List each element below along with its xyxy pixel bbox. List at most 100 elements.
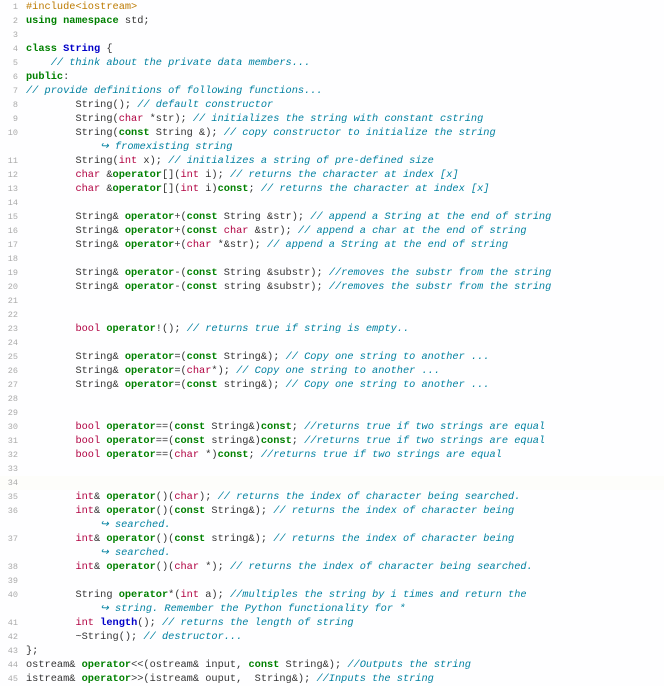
code-line-wrap: ↪ fromexisting string — [0, 140, 664, 154]
code-line: 32 bool operator==(char *)const; //retur… — [0, 448, 664, 462]
code-text: char &operator[](int i); // returns the … — [24, 168, 459, 182]
code-listing: 1#include<iostream>2using namespace std;… — [0, 0, 664, 686]
code-line: 5 // think about the private data member… — [0, 56, 664, 70]
code-text: String operator*(int a); //multiples the… — [24, 588, 527, 602]
line-number: 41 — [0, 616, 24, 630]
code-line: 29 — [0, 406, 664, 420]
line-number: 13 — [0, 182, 24, 196]
line-number: 5 — [0, 56, 24, 70]
line-number: 31 — [0, 434, 24, 448]
line-number: 34 — [0, 476, 24, 490]
code-line: 25 String& operator=(const String&); // … — [0, 350, 664, 364]
line-number: 30 — [0, 420, 24, 434]
line-number: 24 — [0, 336, 24, 350]
code-line: 18 — [0, 252, 664, 266]
code-text: char &operator[](int i)const; // returns… — [24, 182, 490, 196]
code-line: 33 — [0, 462, 664, 476]
code-line: 27 String& operator=(const string&); // … — [0, 378, 664, 392]
code-line: 1#include<iostream> — [0, 0, 664, 14]
code-text: public: — [24, 70, 69, 84]
code-line: 35 int& operator()(char); // returns the… — [0, 490, 664, 504]
code-line: 24 — [0, 336, 664, 350]
line-number: 14 — [0, 196, 24, 210]
code-text: int& operator()(const string&); // retur… — [24, 532, 514, 546]
code-text: int& operator()(char *); // returns the … — [24, 560, 533, 574]
code-line: 30 bool operator==(const String&)const; … — [0, 420, 664, 434]
line-number: 32 — [0, 448, 24, 462]
code-text: #include<iostream> — [24, 0, 137, 14]
code-text: int& operator()(char); // returns the in… — [24, 490, 520, 504]
code-line: 19 String& operator-(const String &subst… — [0, 266, 664, 280]
code-line: 23 bool operator!(); // returns true if … — [0, 322, 664, 336]
code-line: 12 char &operator[](int i); // returns t… — [0, 168, 664, 182]
code-text: ostream& operator<<(ostream& input, cons… — [24, 658, 471, 672]
line-number: 7 — [0, 84, 24, 98]
code-text: }; — [24, 644, 38, 658]
code-text: bool operator==(const String&)const; //r… — [24, 420, 545, 434]
code-text: using namespace std; — [24, 14, 150, 28]
code-text: ↪ fromexisting string — [24, 140, 232, 154]
code-line: 11 String(int x); // initializes a strin… — [0, 154, 664, 168]
wrap-arrow-icon: ↪ — [100, 603, 115, 615]
code-text: class String { — [24, 42, 113, 56]
code-text: String& operator=(char*); // Copy one st… — [24, 364, 440, 378]
line-number: 16 — [0, 224, 24, 238]
line-number: 43 — [0, 644, 24, 658]
line-number: 11 — [0, 154, 24, 168]
code-line: 17 String& operator+(char *&str); // app… — [0, 238, 664, 252]
code-line-wrap: ↪ string. Remember the Python functional… — [0, 602, 664, 616]
line-number: 10 — [0, 126, 24, 140]
code-text: ~String(); // destructor... — [24, 630, 242, 644]
code-text: String(const String &); // copy construc… — [24, 126, 496, 140]
line-number: 17 — [0, 238, 24, 252]
code-line: 7// provide definitions of following fun… — [0, 84, 664, 98]
code-line: 42 ~String(); // destructor... — [0, 630, 664, 644]
line-number: 22 — [0, 308, 24, 322]
code-text: String(); // default constructor — [24, 98, 273, 112]
line-number: 26 — [0, 364, 24, 378]
line-number: 37 — [0, 532, 24, 546]
line-number: 38 — [0, 560, 24, 574]
code-line: 36 int& operator()(const String&); // re… — [0, 504, 664, 518]
code-line: 10 String(const String &); // copy const… — [0, 126, 664, 140]
line-number: 28 — [0, 392, 24, 406]
code-line: 14 — [0, 196, 664, 210]
code-text: int length(); // returns the length of s… — [24, 616, 354, 630]
code-line: 21 — [0, 294, 664, 308]
code-text: bool operator!(); // returns true if str… — [24, 322, 409, 336]
code-line: 41 int length(); // returns the length o… — [0, 616, 664, 630]
code-line: 34 — [0, 476, 664, 490]
line-number: 27 — [0, 378, 24, 392]
line-number: 18 — [0, 252, 24, 266]
code-text: ↪ string. Remember the Python functional… — [24, 602, 405, 616]
line-number: 21 — [0, 294, 24, 308]
line-number: 29 — [0, 406, 24, 420]
line-number: 40 — [0, 588, 24, 602]
wrap-arrow-icon: ↪ — [100, 519, 115, 531]
line-number: 15 — [0, 210, 24, 224]
code-line: 31 bool operator==(const string&)const; … — [0, 434, 664, 448]
line-number: 23 — [0, 322, 24, 336]
code-line: 28 — [0, 392, 664, 406]
line-number: 6 — [0, 70, 24, 84]
code-line-wrap: ↪ searched. — [0, 518, 664, 532]
code-text: String& operator=(const String&); // Cop… — [24, 350, 489, 364]
code-text: bool operator==(char *)const; //returns … — [24, 448, 502, 462]
code-line: 16 String& operator+(const char &str); /… — [0, 224, 664, 238]
code-text: String& operator=(const string&); // Cop… — [24, 378, 489, 392]
line-number: 12 — [0, 168, 24, 182]
line-number: 4 — [0, 42, 24, 56]
code-line: 3 — [0, 28, 664, 42]
line-number: 45 — [0, 672, 24, 686]
code-text: String(int x); // initializes a string o… — [24, 154, 434, 168]
line-number: 8 — [0, 98, 24, 112]
code-line: 22 — [0, 308, 664, 322]
line-number: 42 — [0, 630, 24, 644]
code-line: 13 char &operator[](int i)const; // retu… — [0, 182, 664, 196]
code-line: 15 String& operator+(const String &str);… — [0, 210, 664, 224]
code-text: bool operator==(const string&)const; //r… — [24, 434, 545, 448]
wrap-arrow-icon: ↪ — [100, 547, 115, 559]
code-line: 2using namespace std; — [0, 14, 664, 28]
line-number: 36 — [0, 504, 24, 518]
code-line-wrap: ↪ searched. — [0, 546, 664, 560]
